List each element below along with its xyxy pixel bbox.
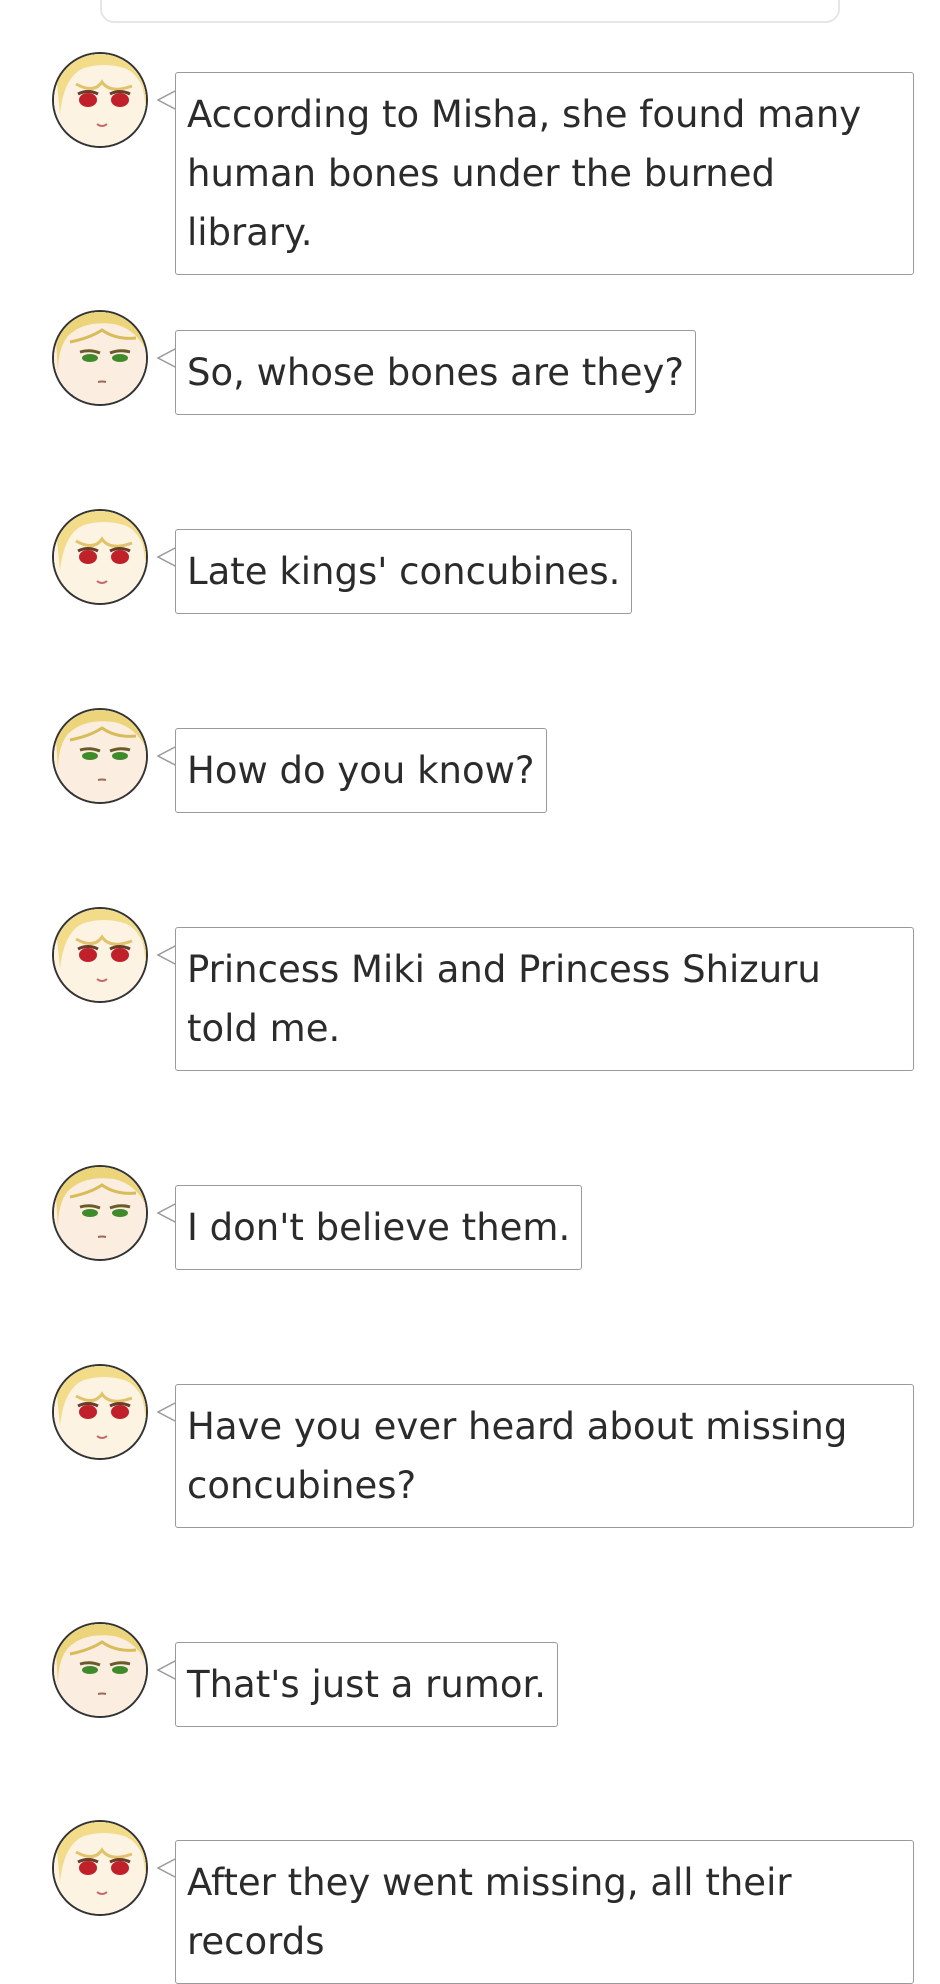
message-bubble: That's just a rumor.: [175, 1642, 559, 1727]
girl-avatar: [52, 907, 148, 1003]
girl-avatar: [52, 52, 148, 148]
boy-avatar: [52, 310, 148, 406]
message-bubble: After they went missing, all their recor…: [175, 1840, 914, 1984]
girl-avatar: [52, 1364, 148, 1460]
chat-thread: According to Misha, she found many human…: [0, 0, 940, 1984]
girl-avatar: [52, 1820, 148, 1916]
boy-avatar: [52, 708, 148, 804]
girl-avatar: [52, 509, 148, 605]
message-bubble: Princess Miki and Princess Shizuru told …: [175, 927, 914, 1071]
message-bubble: How do you know?: [175, 728, 547, 813]
message-bubble: According to Misha, she found many human…: [175, 72, 914, 275]
message-bubble: Have you ever heard about missing concub…: [175, 1384, 914, 1528]
message-bubble: So, whose bones are they?: [175, 330, 697, 415]
message-bubble: I don't believe them.: [175, 1185, 583, 1270]
boy-avatar: [52, 1165, 148, 1261]
message-bubble: Late kings' concubines.: [175, 529, 633, 614]
boy-avatar: [52, 1622, 148, 1718]
